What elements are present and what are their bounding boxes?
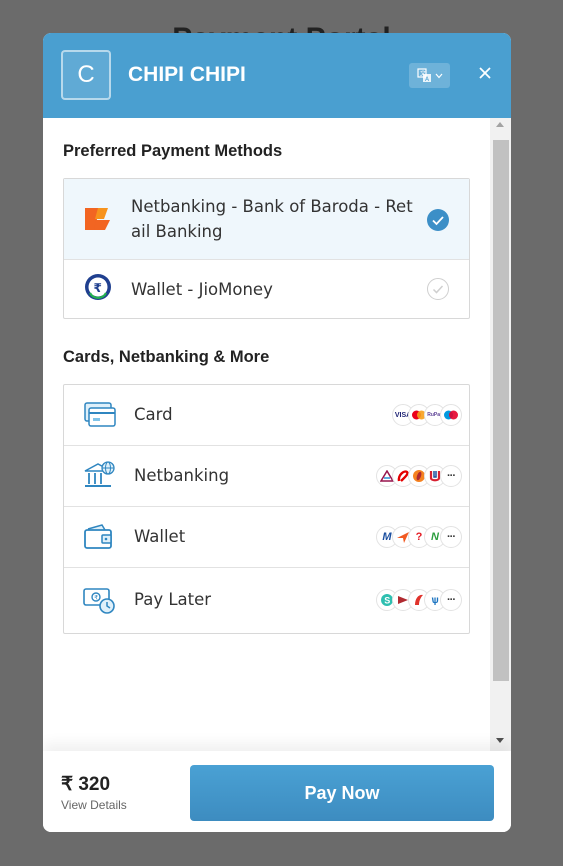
payment-options-content: Preferred Payment Methods Netbanking - B… [43, 118, 490, 751]
unselected-check-icon [427, 278, 449, 300]
maestro-icon [440, 404, 462, 426]
method-label: Card [134, 405, 173, 424]
svg-text:₹: ₹ [94, 595, 98, 602]
method-label: Pay Later [134, 590, 212, 609]
preferred-methods-list: Netbanking - Bank of Baroda - Ret ail Ba… [63, 178, 470, 319]
card-network-badges: VISA RuPay [392, 404, 462, 426]
language-selector[interactable]: 文 A [409, 63, 450, 88]
method-wallet[interactable]: Wallet M ? N ··· [64, 507, 469, 568]
bank-of-baroda-icon [85, 208, 110, 230]
svg-text:S: S [384, 596, 390, 606]
scroll-thumb[interactable] [493, 140, 509, 681]
preferred-item-jiomoney[interactable]: ₹ Wallet - JioMoney [64, 260, 469, 318]
more-banks-icon: ··· [440, 465, 462, 487]
more-methods-title: Cards, Netbanking & More [63, 348, 270, 366]
close-icon [479, 67, 491, 79]
svg-text:₹: ₹ [94, 281, 102, 295]
preferred-item-label: Wallet - JioMoney [131, 280, 273, 299]
preferred-item-label-line2: ail Banking [131, 222, 223, 241]
method-label: Wallet [134, 527, 186, 546]
wallet-badges: M ? N ··· [376, 526, 462, 548]
preferred-item-bank-of-baroda[interactable]: Netbanking - Bank of Baroda - Ret ail Ba… [64, 179, 469, 260]
method-pay-later[interactable]: ₹ Pay Later S ѱ ··· [64, 568, 469, 633]
method-card[interactable]: Card VISA RuPay [64, 385, 469, 446]
scroll-down-arrow-icon[interactable] [496, 738, 504, 743]
merchant-logo: C [61, 50, 111, 100]
paylater-badges: S ѱ ··· [376, 589, 462, 611]
method-netbanking[interactable]: Netbanking ··· [64, 446, 469, 507]
payment-amount: ₹ 320 [61, 774, 111, 795]
jiomoney-icon: ₹ [85, 274, 111, 300]
method-label: Netbanking [134, 466, 230, 485]
bank-icon [84, 461, 115, 487]
more-wallets-icon: ··· [440, 526, 462, 548]
bank-badges: ··· [376, 465, 462, 487]
view-details-link[interactable]: View Details [61, 798, 127, 812]
checkout-footer: ₹ 320 View Details Pay Now [43, 751, 511, 832]
chevron-down-icon [435, 73, 442, 78]
preferred-methods-title: Preferred Payment Methods [63, 142, 283, 160]
close-button[interactable] [474, 61, 496, 83]
scrollbar[interactable] [490, 118, 511, 751]
more-paylater-icon: ··· [440, 589, 462, 611]
paylater-icon: ₹ [83, 588, 115, 614]
checkout-header: C CHIPI CHIPI 文 A [43, 33, 511, 118]
selected-check-icon [427, 209, 449, 231]
checkout-modal: C CHIPI CHIPI 文 A Preferred Payment Meth… [43, 33, 511, 832]
wallet-icon [84, 524, 112, 549]
preferred-item-label-line1: Netbanking - Bank of Baroda - Ret [131, 197, 413, 216]
pay-now-button[interactable]: Pay Now [190, 765, 494, 821]
payment-methods-list: Card VISA RuPay Netbanking ··· Wallet M … [63, 384, 470, 634]
translate-icon: 文 A [416, 68, 431, 83]
merchant-name: CHIPI CHIPI [128, 63, 246, 86]
scroll-up-arrow-icon[interactable] [496, 122, 504, 127]
card-icon [84, 402, 116, 427]
